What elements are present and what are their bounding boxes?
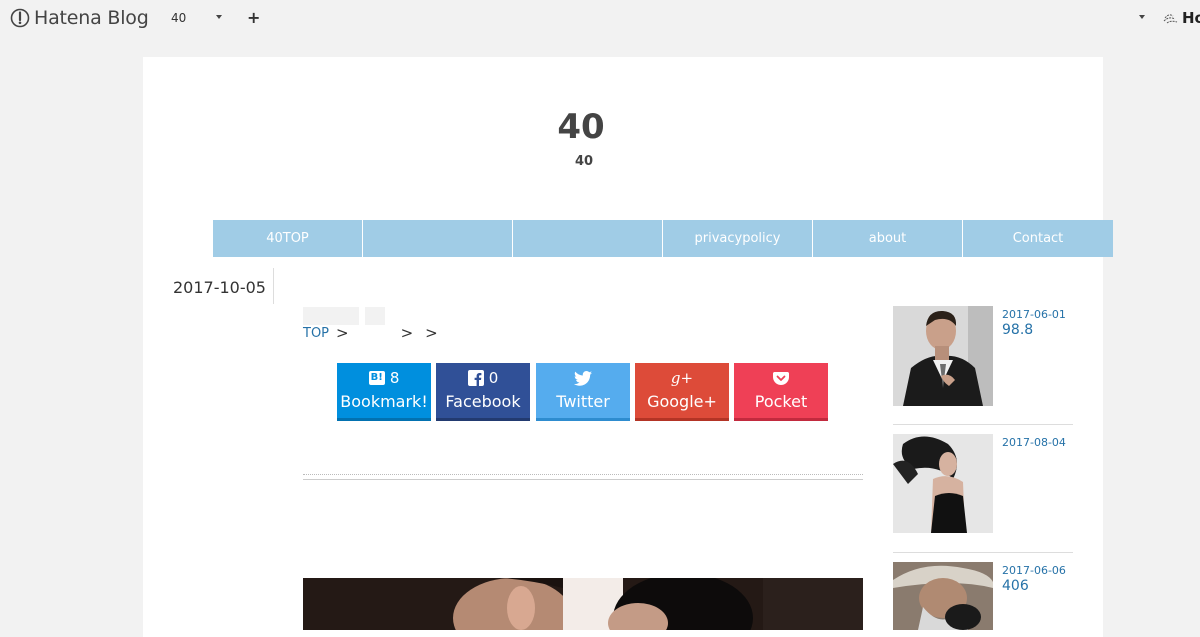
google-plus-icon: g+	[670, 369, 694, 387]
blog-title[interactable]: 40	[143, 107, 1021, 147]
sidebar-thumbnail[interactable]	[893, 562, 993, 630]
facebook-label: Facebook	[445, 392, 521, 411]
breadcrumb-separator: >	[336, 324, 349, 342]
facebook-share-button[interactable]: 0 Facebook	[436, 363, 530, 421]
pocket-label: Pocket	[754, 392, 808, 411]
bookmark-label: Bookmark!	[340, 392, 428, 411]
woman-black-dress-image	[893, 434, 993, 533]
sidebar-divider	[893, 552, 1073, 553]
hatena-bookmark-button[interactable]: B! 8 Bookmark!	[337, 363, 431, 421]
category-chip[interactable]	[365, 307, 385, 325]
sidebar-entry-date[interactable]: 2017-08-04	[1002, 436, 1066, 449]
right-brand: Ho	[1182, 9, 1200, 27]
twitter-label: Twitter	[556, 392, 610, 411]
new-post-button[interactable]: +	[247, 9, 260, 27]
hatena-mark-icon	[1163, 14, 1178, 24]
blog-selector[interactable]: 40	[171, 11, 186, 25]
hatena-bookmark-icon: B!	[368, 371, 385, 385]
breadcrumb-separator: >	[400, 324, 414, 342]
sidebar-entry-date[interactable]: 2017-06-01	[1002, 308, 1066, 321]
hatena-blog-logo[interactable]: Hatena Blog	[10, 7, 149, 29]
nav-item-contact[interactable]: Contact	[963, 220, 1113, 257]
date-divider	[273, 268, 274, 304]
googleplus-label: Google+	[647, 392, 717, 411]
breadcrumb: TOP > > >	[303, 324, 438, 342]
twitter-share-button[interactable]: Twitter	[536, 363, 630, 421]
sidebar-thumbnail[interactable]	[893, 306, 993, 406]
man-in-suit-image	[893, 306, 993, 406]
bookmark-count: 8	[389, 369, 400, 387]
man-with-dog-image	[893, 562, 993, 630]
sidebar-divider	[893, 424, 1073, 425]
twitter-bird-icon	[574, 370, 592, 386]
googleplus-share-button[interactable]: g+ Google+	[635, 363, 729, 421]
category-chip[interactable]	[303, 307, 359, 325]
sidebar-entry-title[interactable]: 98.8	[1002, 322, 1033, 338]
pocket-share-button[interactable]: Pocket	[734, 363, 828, 421]
chevron-down-icon[interactable]	[216, 15, 222, 19]
entry-date[interactable]: 2017-10-05	[173, 278, 266, 297]
content-divider	[303, 474, 863, 480]
hatena-logo-icon	[10, 8, 30, 28]
breadcrumb-top-link[interactable]: TOP	[303, 326, 329, 341]
facebook-count: 0	[488, 369, 499, 387]
sidebar-thumbnail[interactable]	[893, 434, 993, 533]
nav-item-3[interactable]	[513, 220, 663, 257]
brand-name: Hatena Blog	[34, 7, 149, 29]
chevron-down-icon[interactable]	[1139, 15, 1145, 19]
global-nav: 40TOP privacypolicy about Contact	[213, 220, 1113, 257]
nav-item-2[interactable]	[363, 220, 513, 257]
pocket-icon	[773, 372, 789, 385]
facebook-icon	[467, 370, 484, 386]
sidebar-entry-title[interactable]: 406	[1002, 578, 1029, 594]
blog-description: 40	[574, 154, 594, 169]
hatena-topbar: Hatena Blog 40 + Ho	[0, 0, 1200, 38]
article-photo	[303, 578, 863, 630]
nav-item-top[interactable]: 40TOP	[213, 220, 363, 257]
couple-photo-image	[303, 578, 863, 630]
nav-item-about[interactable]: about	[813, 220, 963, 257]
nav-item-privacypolicy[interactable]: privacypolicy	[663, 220, 813, 257]
breadcrumb-separator: >	[425, 324, 438, 342]
hatena-right-logo[interactable]: Ho	[1163, 9, 1200, 27]
sidebar-entry-date[interactable]: 2017-06-06	[1002, 564, 1066, 577]
